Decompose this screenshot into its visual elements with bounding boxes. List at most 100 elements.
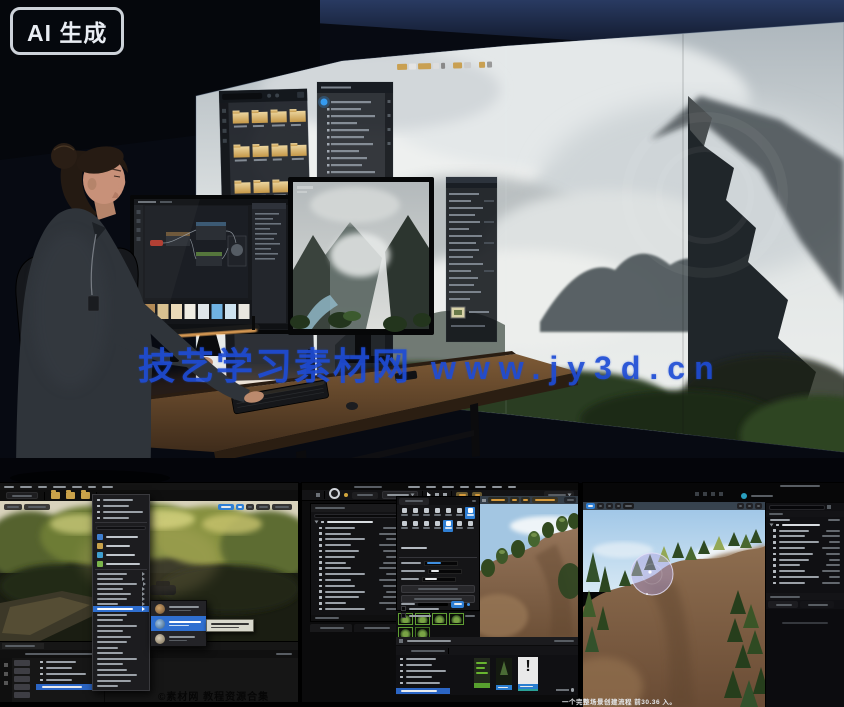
outliner-row[interactable] [766,580,844,586]
add-icon[interactable] [399,649,402,652]
project-logo-icon[interactable] [329,488,340,499]
view-icon[interactable] [458,649,461,652]
viewport-toolbar-left[interactable] [4,504,50,510]
sort-icon[interactable] [464,649,467,652]
viewport-options-chip[interactable] [4,504,22,510]
menu-item[interactable] [93,684,149,690]
folder-icon[interactable] [66,492,75,499]
menu-item[interactable] [492,486,502,488]
lock-icon[interactable] [470,649,473,652]
landscape-mode-chip[interactable] [532,497,558,503]
search-row[interactable] [311,512,401,519]
world-settings-tab[interactable] [354,624,398,632]
viewport-toolbar[interactable] [480,496,578,504]
filter-icon[interactable] [827,505,831,509]
type-icon[interactable] [838,513,841,516]
stat-chip-blue[interactable] [218,504,234,510]
import-icon[interactable] [11,653,14,656]
folder-tree-item[interactable] [36,677,100,683]
show-chip[interactable] [521,497,530,503]
menu-item-asset[interactable] [93,550,149,559]
source-tree-item[interactable] [396,680,452,686]
menu-bar[interactable] [0,483,298,490]
value-field[interactable] [424,561,458,566]
snap-chip[interactable] [746,503,753,509]
folder-icon[interactable] [81,492,90,499]
tool-import[interactable] [410,507,420,519]
viewport-toolbar[interactable] [583,502,765,510]
menu-item-asset[interactable] [93,532,149,541]
menu-item[interactable] [20,486,32,488]
menu-item-asset[interactable] [93,559,149,568]
details-tab[interactable] [310,624,352,632]
filter-icon[interactable] [452,649,455,652]
mode-chip[interactable] [606,503,613,509]
add-icon[interactable] [4,653,7,656]
lit-chip[interactable] [510,497,519,503]
filters-icon[interactable] [4,681,8,685]
menu-item[interactable] [4,486,14,488]
save-dropdown[interactable] [6,492,38,499]
action-button[interactable] [401,585,475,593]
menu-item[interactable] [442,486,454,488]
details-tab[interactable] [768,601,798,608]
perspective-chip[interactable] [488,497,508,503]
menu-item[interactable] [426,486,436,488]
asset-tile[interactable] [14,692,30,698]
modes-dropdown[interactable] [352,492,378,499]
save-all-icon[interactable] [18,653,21,656]
stat-chip[interactable] [246,504,254,510]
viewport[interactable] [583,502,765,707]
menu-item[interactable] [460,486,469,488]
tool-visibility-selected[interactable] [443,520,453,532]
settings-label[interactable] [276,653,292,655]
tool-retop[interactable] [432,520,442,532]
window-icon[interactable] [719,492,723,496]
tool-mirror[interactable] [454,520,464,532]
terrain-editor-bar[interactable] [396,637,578,645]
tool-new[interactable] [399,507,409,519]
panel-header[interactable] [311,504,401,512]
tool-ramp-selected[interactable] [465,507,475,519]
search-input[interactable] [314,514,398,518]
window-icon[interactable] [695,492,699,496]
camera-chip[interactable] [755,503,762,509]
slider-value-box[interactable] [451,601,464,608]
eye-icon[interactable] [832,513,835,516]
menu-item[interactable] [53,486,66,488]
tool-noise[interactable] [421,520,431,532]
asset-tile-landscape[interactable] [474,658,490,688]
tool-smooth[interactable] [443,507,453,519]
viewport-toolbar-right[interactable] [218,504,292,510]
checkbox-row[interactable] [397,612,479,619]
viewport[interactable] [480,496,578,637]
menu-item[interactable] [508,486,516,488]
stat-chip[interactable] [272,504,292,510]
folder-tree-item-selected[interactable] [36,684,98,690]
refresh-icon[interactable] [482,649,485,652]
stat-chip[interactable] [256,504,270,510]
menu-item-asset[interactable] [93,541,149,550]
tool-erase[interactable] [432,507,442,519]
submenu-item[interactable] [151,631,206,646]
import-icon[interactable] [405,649,408,652]
submenu-item[interactable] [151,601,206,616]
asset-tile[interactable] [14,668,30,674]
caret-icon[interactable] [770,523,774,526]
caret-icon[interactable] [315,521,319,524]
asset-tile-exclaim[interactable]: ! [518,657,538,691]
menu-search[interactable] [93,524,149,532]
mode-chip[interactable] [615,503,621,509]
source-tree-item-selected[interactable] [396,688,450,694]
asset-tile-tree[interactable] [496,658,512,690]
favorites-icon[interactable] [4,663,8,667]
menu-item[interactable] [93,515,149,521]
mode-chip[interactable] [597,503,604,509]
submenu-item-highlighted[interactable] [151,616,206,631]
search-input[interactable] [769,505,825,510]
tool-sculpt[interactable] [421,507,431,519]
close-icon[interactable] [472,500,476,502]
tool-erosion[interactable] [399,520,409,532]
reset-dot-icon[interactable] [467,603,470,606]
outliner-row[interactable] [311,606,401,612]
